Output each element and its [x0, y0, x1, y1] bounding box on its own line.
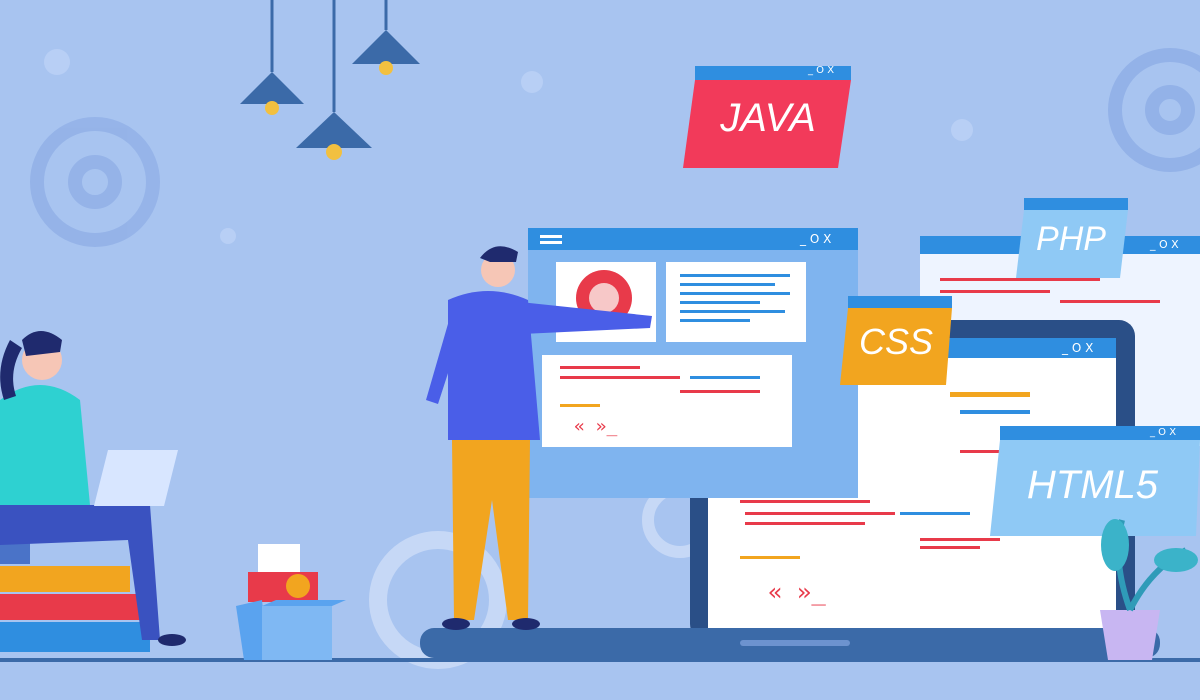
pendant-lamp-icon [296, 0, 372, 160]
window-controls-main: _ O X [800, 232, 832, 246]
pendant-lamp-icon [352, 0, 420, 75]
decor-dot [44, 49, 70, 75]
code-chevrons: « »_ [768, 578, 826, 606]
decor-dot [951, 119, 973, 141]
code-window-main: « »_ [528, 228, 858, 498]
decor-dot [521, 71, 543, 93]
java-label: JAVA [720, 96, 816, 140]
window-controls-back: _ O X [1150, 238, 1179, 251]
code-chevrons: « »_ [574, 416, 618, 437]
window-controls-html5: _ O X [1150, 427, 1177, 438]
floor-line [0, 658, 1200, 662]
php-label: PHP [1036, 220, 1106, 258]
window-controls-laptop: _ O X [1062, 341, 1094, 355]
gear-icon [30, 117, 160, 247]
pendant-lamp-icon [240, 0, 304, 115]
box-icon [236, 544, 346, 660]
illustration: « »_ « »_ [0, 0, 1200, 669]
gear-icon [1108, 48, 1200, 172]
css-label: CSS [858, 321, 934, 362]
books-icon [0, 540, 150, 652]
html5-label: HTML5 [1026, 463, 1159, 507]
decor-dot [220, 228, 236, 244]
window-controls-java: _ O X [808, 65, 835, 76]
